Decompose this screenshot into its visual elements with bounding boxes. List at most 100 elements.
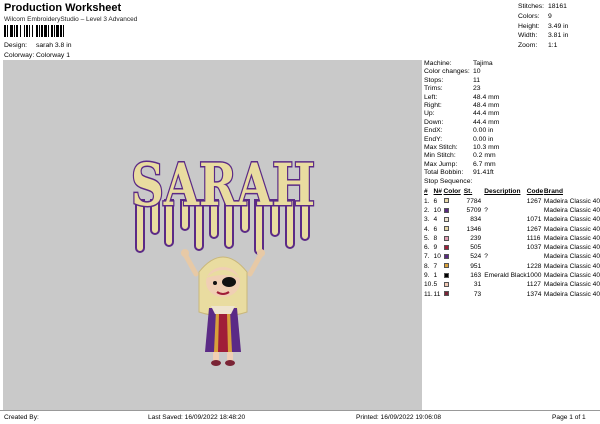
info-row: Left: 48.4 mm bbox=[424, 94, 600, 102]
barcode-image bbox=[4, 25, 100, 37]
table-row: 7. 10 524? Madeira Classic 40 bbox=[424, 252, 600, 261]
thread-brand: Madeira Classic 40 bbox=[543, 234, 600, 242]
color-swatch-icon bbox=[443, 226, 449, 232]
color-swatch-icon bbox=[443, 263, 449, 269]
colorway-value: Colorway 1 bbox=[36, 51, 70, 59]
last-saved: Last Saved: 16/09/2022 18:48:20 bbox=[148, 414, 246, 421]
stop-sequence-table: # N# Color St. Description Code Brand 1.… bbox=[424, 187, 600, 298]
stitch-count: 834 bbox=[470, 216, 482, 224]
stitch-count: 951 bbox=[470, 262, 482, 270]
needle-number: 10 bbox=[433, 253, 441, 261]
info-label: Min Stitch: bbox=[424, 152, 456, 160]
info-value: 0.2 mm bbox=[473, 152, 496, 160]
stop-number: 8. bbox=[424, 262, 430, 270]
stat-value: 1:1 bbox=[548, 42, 558, 50]
info-value: 48.4 mm bbox=[473, 93, 500, 101]
thread-code: 1071 bbox=[526, 216, 542, 224]
thread-code: 1116 bbox=[526, 234, 541, 242]
info-label: Max Stitch: bbox=[424, 143, 458, 151]
info-row: Max Jump: 6.7 mm bbox=[424, 161, 600, 169]
needle-number: 4 bbox=[433, 216, 438, 224]
stitch-count: 31 bbox=[473, 281, 482, 289]
info-value: 44.4 mm bbox=[473, 110, 500, 118]
info-row: Machine: Tajima bbox=[424, 60, 600, 68]
col-code: Code bbox=[526, 188, 544, 196]
info-label: Total Bobbin: bbox=[424, 169, 464, 177]
stop-number: 10. bbox=[424, 281, 434, 289]
stop-number: 3. bbox=[424, 216, 430, 224]
color-swatch-icon bbox=[443, 291, 449, 297]
stop-sequence-label: Stop Sequence: bbox=[424, 178, 473, 186]
table-row: 5. 8 239 1116 Madeira Classic 40 bbox=[424, 234, 600, 243]
page-title: Production Worksheet bbox=[4, 2, 122, 14]
stitch-count: 5709 bbox=[466, 206, 482, 214]
thread-description: ? bbox=[484, 206, 488, 214]
info-value: 0.00 in bbox=[473, 135, 494, 143]
thread-code: 1267 bbox=[526, 225, 542, 233]
thread-brand: Madeira Classic 40 bbox=[543, 262, 600, 270]
stop-number: 7. bbox=[424, 253, 430, 261]
info-label: Trims: bbox=[424, 85, 443, 93]
stitch-count: 163 bbox=[470, 271, 482, 279]
stitch-count: 7784 bbox=[466, 197, 482, 205]
thread-code: 1374 bbox=[526, 290, 542, 298]
stitch-count: 505 bbox=[470, 244, 482, 252]
printed-date: Printed: 16/09/2022 19:06:08 bbox=[356, 414, 442, 421]
color-swatch-icon bbox=[443, 272, 449, 278]
info-row: Down: 44.4 mm bbox=[424, 119, 600, 127]
info-row: Min Stitch: 0.2 mm bbox=[424, 152, 600, 160]
table-row: 8. 7 951 1228 Madeira Classic 40 bbox=[424, 262, 600, 271]
info-value: 11 bbox=[473, 76, 481, 84]
info-value: 10 bbox=[473, 68, 481, 76]
stop-number: 9. bbox=[424, 271, 430, 279]
needle-number: 8 bbox=[433, 234, 438, 242]
thread-description bbox=[484, 196, 527, 205]
table-row: 3. 4 834 1071 Madeira Classic 40 bbox=[424, 215, 600, 224]
thread-brand: Madeira Classic 40 bbox=[543, 225, 600, 233]
info-value: 10.3 mm bbox=[473, 143, 500, 151]
col-color: Color bbox=[443, 188, 461, 196]
summary-stats: Stitches: 18161 Colors: 9 Height: 3.49 in W… bbox=[518, 2, 568, 51]
info-label: EndX: bbox=[424, 127, 443, 135]
stat-label: Width: bbox=[518, 32, 538, 40]
thread-brand: Madeira Classic 40 bbox=[543, 281, 600, 289]
table-row: 1. 6 7784 1267 Madeira Classic 40 bbox=[424, 196, 600, 205]
stop-number: 2. bbox=[424, 206, 430, 214]
thread-code: 1037 bbox=[526, 244, 542, 252]
info-label: Color changes: bbox=[424, 68, 470, 76]
stop-number: 6. bbox=[424, 244, 430, 252]
stat-label: Height: bbox=[518, 22, 540, 30]
thread-description bbox=[484, 224, 527, 233]
stat-value: 18161 bbox=[548, 3, 567, 10]
thread-code: 1127 bbox=[526, 281, 541, 289]
machine-info: Machine: Tajima Color changes: 10 Stops: 11 Tr… bbox=[424, 60, 600, 177]
info-value: 23 bbox=[473, 85, 481, 93]
table-row: 2. 10 5709? Madeira Classic 40 bbox=[424, 206, 600, 215]
production-info-panel: Machine: Tajima Color changes: 10 Stops: 11 Tr… bbox=[424, 60, 600, 410]
thread-code bbox=[527, 252, 544, 261]
stat-label: Zoom: bbox=[518, 42, 538, 50]
needle-number: 11 bbox=[433, 290, 441, 298]
info-row: EndY: 0.00 in bbox=[424, 136, 600, 144]
color-swatch bbox=[443, 215, 464, 224]
stat-label: Stitches: bbox=[518, 3, 545, 10]
thread-brand: Madeira Classic 40 bbox=[543, 253, 600, 261]
info-row: Stops: 11 bbox=[424, 77, 600, 85]
color-swatch-icon bbox=[443, 254, 449, 260]
thread-brand: Madeira Classic 40 bbox=[543, 197, 600, 205]
thread-brand: Madeira Classic 40 bbox=[543, 216, 600, 224]
thread-description bbox=[484, 280, 527, 289]
info-label: Down: bbox=[424, 118, 444, 126]
thread-code: 1228 bbox=[526, 262, 542, 270]
info-value: 6.7 mm bbox=[473, 160, 496, 168]
table-row: 4. 6 1346 1267 Madeira Classic 40 bbox=[424, 224, 600, 233]
table-row: 9. 1 163 Emerald Black 1000 Madeira Classic 4… bbox=[424, 271, 600, 280]
stat-value: 3.81 in bbox=[548, 32, 569, 40]
color-swatch-icon bbox=[443, 244, 449, 250]
info-row: Right: 48.4 mm bbox=[424, 102, 600, 110]
color-swatch bbox=[443, 206, 464, 215]
table-row: 11. 11 73 1374 Madeira Classic 40 bbox=[424, 289, 600, 298]
thread-description bbox=[484, 262, 527, 271]
color-swatch bbox=[443, 289, 464, 298]
color-swatch-icon bbox=[443, 198, 449, 204]
